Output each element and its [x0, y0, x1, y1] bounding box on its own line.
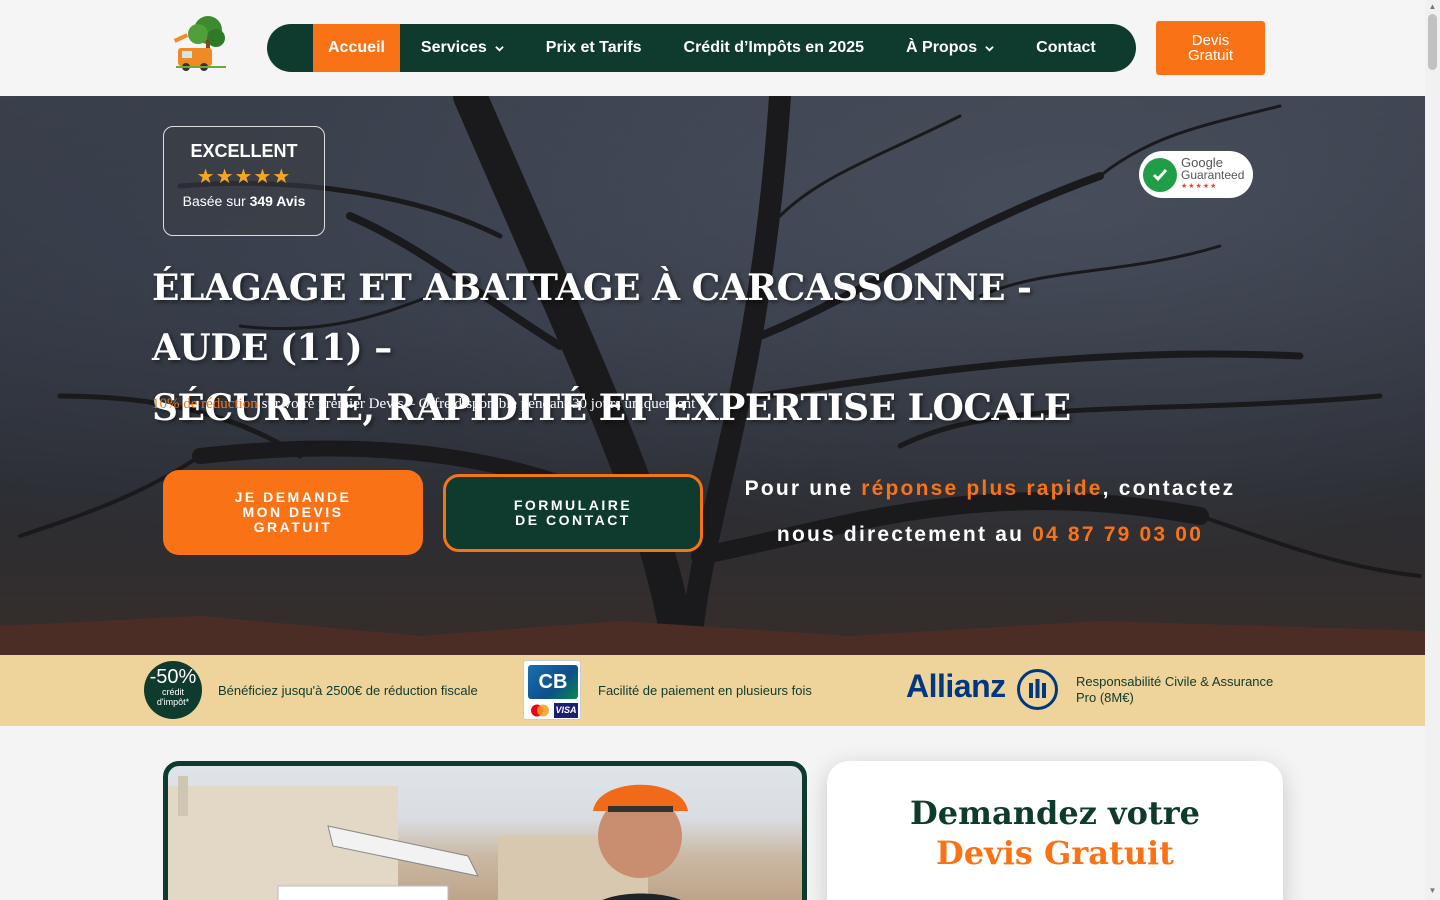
request-quote-label: JE DEMANDE MON DEVIS GRATUIT — [234, 489, 352, 535]
nav-item-services[interactable]: Services — [400, 24, 525, 72]
site-header: Accueil Services Prix et Tarifs Crédit d… — [0, 0, 1425, 96]
allianz-mark-icon — [1017, 669, 1058, 710]
contact-form-button[interactable]: FORMULAIRE DE CONTACT — [443, 474, 703, 552]
star-rating-icon: ★★★★★ — [196, 166, 292, 188]
nav-label: Accueil — [328, 39, 385, 56]
devis-gratuit-button[interactable]: Devis Gratuit — [1156, 21, 1265, 75]
badge-percent: -50% — [149, 666, 197, 688]
main-nav: Accueil Services Prix et Tarifs Crédit d… — [267, 24, 1136, 72]
nav-label: Services — [420, 39, 487, 56]
tax-reduction-text: Bénéficiez jusqu'à 2500€ de réduction fi… — [218, 683, 478, 698]
check-icon — [1143, 157, 1177, 192]
insurance-line: Pro (8M€) — [1076, 690, 1134, 705]
google-guaranteed-badge[interactable]: Google Guaranteed ★★★★★ — [1139, 151, 1253, 198]
nav-item-contact[interactable]: Contact — [1015, 24, 1117, 72]
review-badge[interactable]: EXCELLENT ★★★★★ Basée sur 349 Avis — [163, 126, 325, 236]
nav-label: Contact — [1036, 39, 1096, 56]
form-title-line-2: Devis Gratuit — [936, 834, 1174, 872]
review-count-value: 349 Avis — [249, 193, 306, 209]
hero-section: EXCELLENT ★★★★★ Basée sur 349 Avis Googl… — [0, 96, 1425, 655]
tax-credit-badge-icon: -50% crédit d'impôt* — [144, 661, 202, 719]
badge-line: crédit — [161, 687, 184, 697]
contact-form-label: FORMULAIRE DE CONTACT — [513, 497, 633, 528]
google-label: Google — [1181, 154, 1223, 170]
arborist-photo — [163, 761, 807, 900]
payment-text: Facilité de paiement en plusieurs fois — [598, 683, 812, 698]
scroll-up-arrow-icon[interactable]: ▲ — [1428, 2, 1437, 12]
nav-label: À Propos — [906, 39, 978, 56]
promo-highlight: 10% de réduction — [152, 396, 258, 412]
page-scrollbar[interactable]: ▲ ▼ — [1425, 0, 1440, 900]
quote-form-card: Demandez votre Devis Gratuit — [827, 761, 1283, 900]
nav-item-accueil[interactable]: Accueil — [313, 24, 400, 72]
nav-item-a-propos[interactable]: À Propos — [885, 24, 1015, 72]
badge-line: d'impôt* — [156, 697, 190, 707]
review-title: EXCELLENT — [190, 141, 298, 161]
promo-rest: sur votre premier Devis – Offre disponib… — [257, 396, 705, 412]
contact-highlight: réponse plus rapide — [861, 477, 1103, 500]
nav-label: Crédit d’Impôts en 2025 — [683, 39, 865, 56]
insurance-text: Responsabilité Civile & Assurance Pro (8… — [1076, 674, 1273, 706]
nav-label: Prix et Tarifs — [545, 39, 642, 56]
scrollbar-thumb[interactable] — [1428, 14, 1437, 70]
card-payment-logo-icon: CB VISA — [523, 660, 581, 720]
guaranteed-label: Guaranteed — [1181, 167, 1245, 182]
nav-item-credit-impots[interactable]: Crédit d’Impôts en 2025 — [663, 24, 886, 72]
mastercard-icon — [528, 703, 552, 718]
visa-label: VISA — [554, 703, 578, 718]
scroll-down-arrow-icon[interactable]: ▼ — [1428, 886, 1437, 896]
request-quote-button[interactable]: JE DEMANDE MON DEVIS GRATUIT — [163, 470, 423, 555]
insurance-line: Responsabilité Civile & Assurance — [1076, 674, 1274, 689]
promo-text: 10% de réduction sur votre premier Devis… — [152, 396, 704, 413]
cb-label: CB — [528, 665, 578, 699]
contact-text-part: Pour une — [744, 477, 862, 500]
devis-button-label: Devis Gratuit — [1187, 32, 1233, 64]
hero-title-line-1: ÉLAGAGE ET ABATTAGE À CARCASSONNE - AUDE… — [152, 267, 1032, 369]
chevron-down-icon — [495, 45, 504, 52]
review-based-on: Basée sur — [182, 193, 246, 209]
allianz-logo: Allianz — [906, 668, 1006, 704]
tree-truck-logo-icon[interactable] — [172, 14, 230, 74]
phone-link[interactable]: 04 87 79 03 00 — [1032, 523, 1203, 546]
form-title-line-1: Demandez votre — [910, 794, 1200, 832]
phone-contact-text: Pour une réponse plus rapide, contactez … — [730, 466, 1250, 558]
trust-strip: -50% crédit d'impôt* Bénéficiez jusqu'à … — [0, 655, 1425, 726]
review-count: Basée sur 349 Avis — [164, 193, 324, 209]
chevron-down-icon — [985, 45, 994, 52]
google-stars-icon: ★★★★★ — [1181, 182, 1218, 190]
nav-item-prix-tarifs[interactable]: Prix et Tarifs — [525, 24, 663, 72]
